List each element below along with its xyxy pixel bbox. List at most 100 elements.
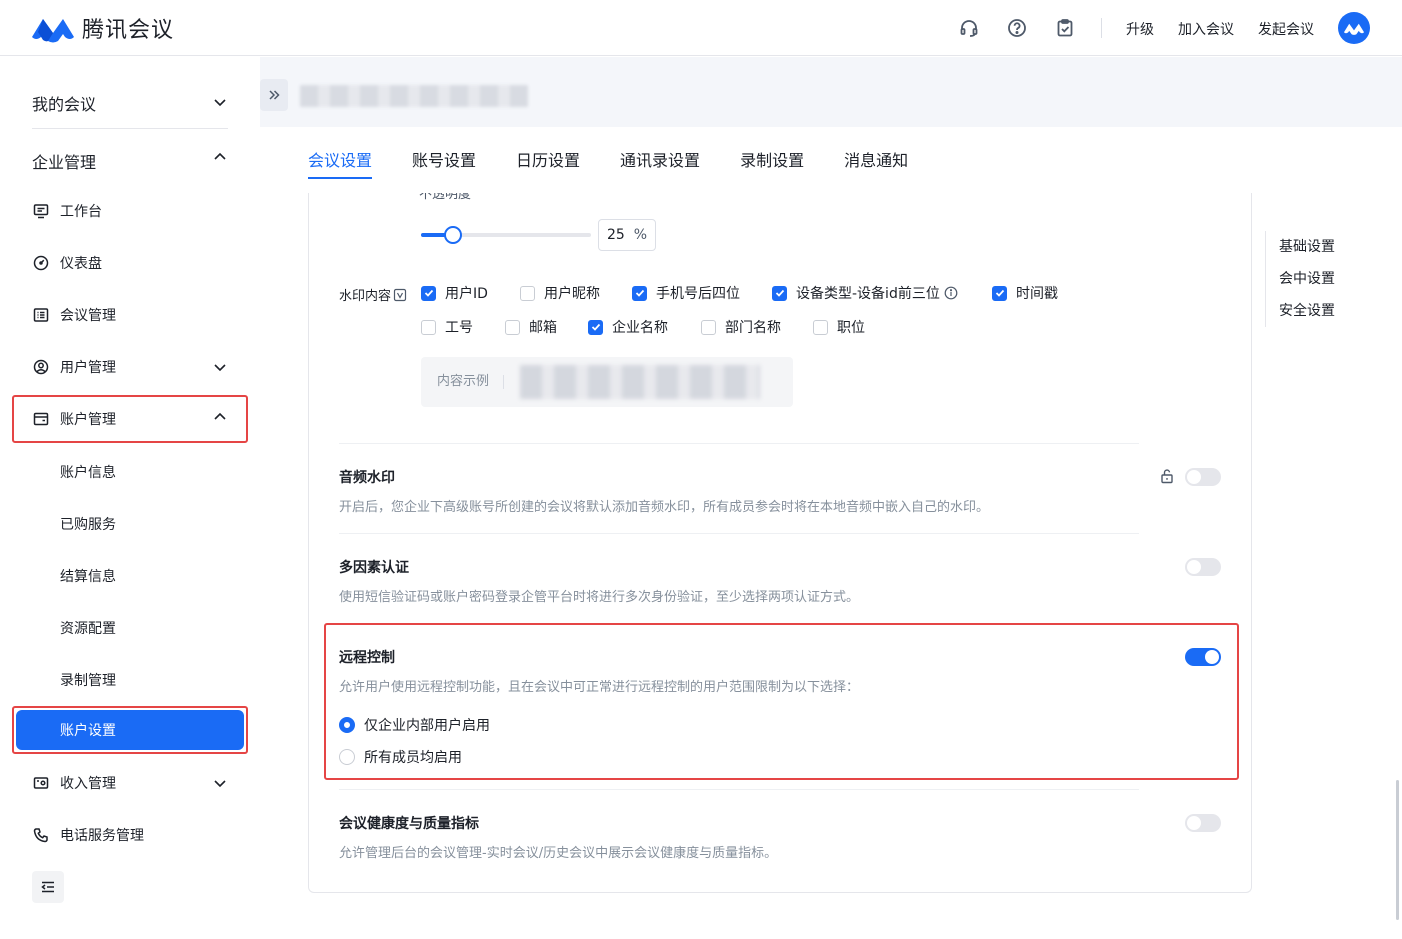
clipboard-check-icon[interactable]	[1051, 14, 1079, 42]
radio-label: 所有成员均启用	[364, 750, 462, 766]
opacity-slider-handle[interactable]	[444, 226, 462, 244]
toggle-knob	[1187, 560, 1201, 574]
watermark-sample: 内容示例	[421, 357, 793, 407]
audio-watermark-desc: 开启后，您企业下高级账号所创建的会议将默认添加音频水印，所有成员参会时将在本地音…	[339, 500, 990, 515]
health-desc: 允许管理后台的会议管理-实时会议/历史会议中展示会议健康度与质量指标。	[339, 846, 778, 861]
sidebar-divider	[32, 128, 228, 129]
sidebar-item-account-mgmt[interactable]: 账户管理	[32, 407, 116, 431]
info-icon[interactable]	[944, 286, 958, 300]
headset-icon[interactable]	[955, 14, 983, 42]
chevron-up-icon[interactable]	[212, 409, 228, 425]
join-meeting-link[interactable]: 加入会议	[1178, 19, 1234, 39]
checkbox-label: 部门名称	[725, 320, 781, 336]
sidebar-item-label: 收入管理	[60, 776, 116, 792]
upgrade-link[interactable]: 升级	[1126, 19, 1154, 39]
settings-tabs: 会议设置 账号设置 日历设置 通讯录设置 录制设置 消息通知	[308, 147, 948, 179]
checkbox-position[interactable]: 职位	[813, 317, 865, 337]
check-icon	[632, 285, 647, 301]
checkbox-label: 工号	[445, 320, 473, 336]
sidebar-item-account-settings[interactable]: 账户设置	[16, 710, 244, 750]
checkbox-employee-id[interactable]: 工号	[421, 317, 473, 337]
sidebar-item-meeting-mgmt[interactable]: 会议管理	[32, 303, 116, 327]
chevron-down-icon[interactable]	[212, 775, 228, 791]
sidebar-item-phone[interactable]: 电话服务管理	[32, 823, 144, 847]
radio-all-members[interactable]: 所有成员均启用	[339, 747, 462, 767]
checkbox-company-name[interactable]: 企业名称	[588, 317, 668, 337]
sidebar-item-account-info[interactable]: 账户信息	[60, 462, 116, 482]
start-meeting-link[interactable]: 发起会议	[1258, 19, 1314, 39]
checkbox-department[interactable]: 部门名称	[701, 317, 781, 337]
sidebar-enterprise[interactable]: 企业管理	[32, 149, 96, 173]
checkbox-nickname[interactable]: 用户昵称	[520, 283, 600, 303]
sidebar-item-user-mgmt[interactable]: 用户管理	[32, 355, 116, 379]
checkbox-box	[505, 319, 520, 335]
scrollbar-thumb[interactable]	[1396, 780, 1399, 920]
radio-internal-only[interactable]: 仅企业内部用户启用	[339, 715, 490, 735]
checkbox-box	[421, 319, 436, 335]
opacity-label: 不透明度	[419, 193, 472, 202]
top-divider	[1101, 18, 1102, 38]
mfa-title: 多因素认证	[339, 560, 409, 576]
sidebar-item-purchased[interactable]: 已购服务	[60, 514, 116, 534]
health-toggle[interactable]	[1185, 814, 1221, 832]
opacity-input[interactable]: 25 %	[598, 219, 656, 251]
checkbox-label: 用户昵称	[544, 286, 600, 302]
sidebar-my-meetings[interactable]: 我的会议	[32, 91, 96, 115]
checkbox-label: 企业名称	[612, 320, 668, 336]
anchor-in-meeting[interactable]: 会中设置	[1266, 263, 1335, 295]
app-logo[interactable]: 腾讯会议	[30, 12, 174, 44]
sidebar-item-label: 电话服务管理	[60, 828, 144, 844]
avatar-logo-icon	[1343, 23, 1365, 35]
anchor-nav: 基础设置 会中设置 安全设置	[1265, 231, 1335, 327]
chevron-down-icon[interactable]	[212, 94, 228, 110]
top-bar: 腾讯会议 升级 加入会议 发起会议	[0, 0, 1402, 56]
tab-account-settings[interactable]: 账号设置	[412, 147, 476, 179]
sidebar-item-label: 用户管理	[60, 360, 116, 376]
help-icon[interactable]	[1003, 14, 1031, 42]
anchor-security[interactable]: 安全设置	[1266, 295, 1335, 327]
checkbox-timestamp[interactable]: 时间戳	[992, 283, 1058, 303]
checkbox-label: 用户ID	[445, 286, 488, 302]
mfa-toggle[interactable]	[1185, 558, 1221, 576]
sidebar-item-billing[interactable]: 结算信息	[60, 566, 116, 586]
remote-control-title: 远程控制	[339, 650, 395, 666]
tab-calendar-settings[interactable]: 日历设置	[516, 147, 580, 179]
menu-fold-icon	[41, 881, 54, 893]
toggle-knob	[1187, 470, 1201, 484]
collapse-sidebar-button[interactable]	[32, 871, 64, 903]
checkbox-user-id[interactable]: 用户ID	[421, 283, 488, 303]
check-icon	[421, 285, 436, 301]
chevron-up-icon[interactable]	[212, 149, 228, 165]
tencent-meeting-logo-icon	[32, 19, 74, 43]
avatar[interactable]	[1338, 12, 1370, 44]
expand-button[interactable]	[260, 79, 288, 111]
sidebar-item-resources[interactable]: 资源配置	[60, 618, 116, 638]
watermark-content-label: 水印内容	[339, 285, 407, 304]
sidebar-item-label: 会议管理	[60, 308, 116, 324]
checkbox-label: 时间戳	[1016, 286, 1058, 302]
blurred-sample-content	[520, 365, 761, 399]
opacity-slider[interactable]	[421, 226, 591, 244]
sidebar-item-recording[interactable]: 录制管理	[60, 670, 116, 690]
remote-control-toggle[interactable]	[1185, 648, 1221, 666]
checkbox-phone-last4[interactable]: 手机号后四位	[632, 283, 740, 303]
checkbox-box	[701, 319, 716, 335]
sidebar: 我的会议 企业管理 工作台 仪表盘 会议管理 用户管理 账户管理 账户信息 已购…	[0, 57, 260, 939]
checkbox-device-type[interactable]: 设备类型-设备id前三位	[772, 283, 958, 303]
tab-contacts-settings[interactable]: 通讯录设置	[620, 147, 700, 179]
audio-watermark-toggle[interactable]	[1185, 468, 1221, 486]
tab-meeting-settings[interactable]: 会议设置	[308, 147, 373, 179]
anchor-basic[interactable]: 基础设置	[1266, 231, 1335, 263]
check-icon	[588, 319, 603, 335]
sidebar-item-workbench[interactable]: 工作台	[32, 199, 102, 223]
check-icon	[772, 285, 787, 301]
remote-control-desc: 允许用户使用远程控制功能，且在会议中可正常进行远程控制的用户范围限制为以下选择：	[339, 680, 860, 695]
checkbox-email[interactable]: 邮箱	[505, 317, 557, 337]
tab-recording-settings[interactable]: 录制设置	[740, 147, 804, 179]
sidebar-item-dashboard[interactable]: 仪表盘	[32, 251, 102, 275]
tab-notifications[interactable]: 消息通知	[844, 147, 908, 179]
chevron-down-icon[interactable]	[212, 359, 228, 375]
unlock-icon[interactable]	[1159, 468, 1175, 484]
sidebar-item-revenue[interactable]: 收入管理	[32, 771, 116, 795]
mfa-desc: 使用短信验证码或账户密码登录企管平台时将进行多次身份验证，至少选择两项认证方式。	[339, 590, 860, 605]
